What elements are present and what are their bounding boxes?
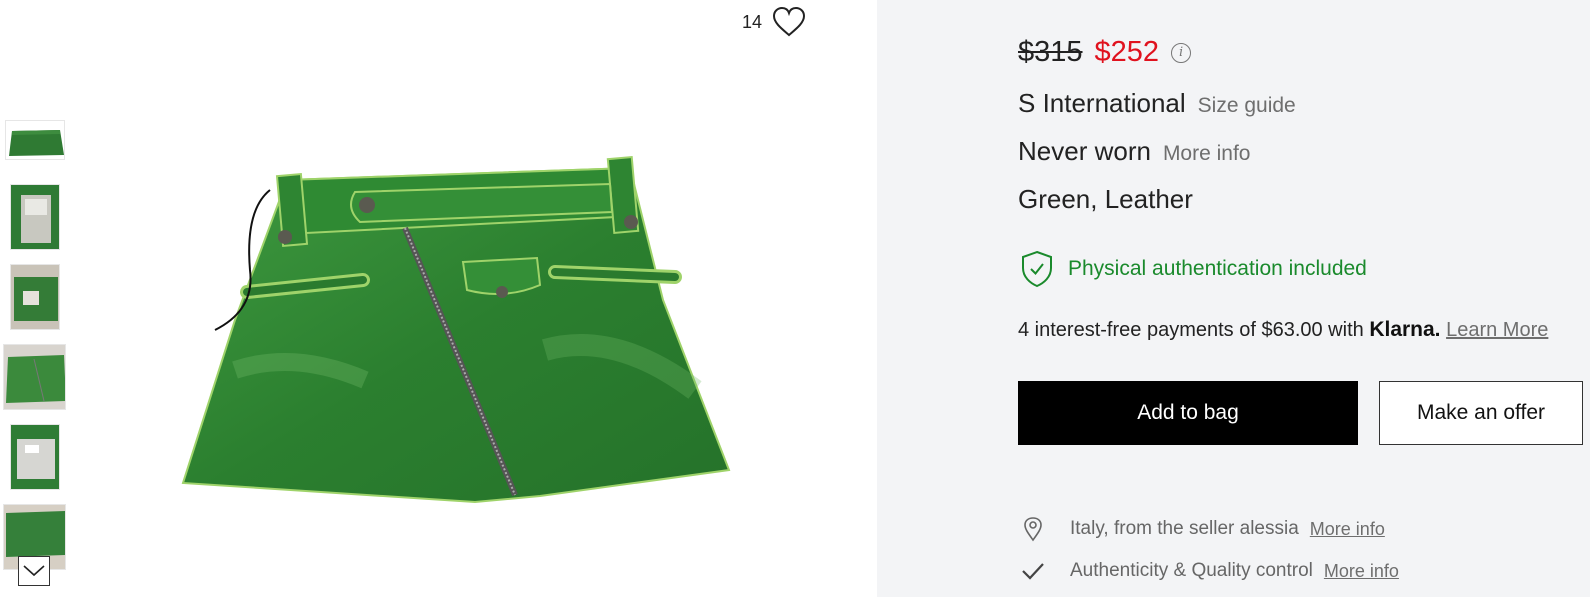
thumbnail-1[interactable] xyxy=(5,120,65,160)
seller-location-text: Italy, from the seller alessia xyxy=(1070,518,1299,539)
authenticity-text: Authenticity & Quality control xyxy=(1070,560,1313,581)
favorite-button[interactable]: 14 xyxy=(742,6,806,38)
attributes-row: Green, Leather xyxy=(1018,184,1193,215)
heart-outline-icon xyxy=(773,6,806,37)
thumbnail-5[interactable] xyxy=(10,424,60,490)
make-offer-button[interactable]: Make an offer xyxy=(1379,381,1583,445)
product-gallery: 14 xyxy=(0,0,877,597)
thumbnail-4[interactable] xyxy=(3,344,66,410)
condition-value: Never worn xyxy=(1018,136,1151,166)
authentication-badge: Physical authentication included xyxy=(1020,250,1367,288)
location-pin-icon xyxy=(1020,516,1046,542)
klarna-text: 4 interest-free payments of $63.00 with xyxy=(1018,319,1364,341)
authenticity-more-info-link[interactable]: More info xyxy=(1324,561,1399,582)
chevron-down-icon xyxy=(23,565,45,577)
size-value: S International xyxy=(1018,88,1186,118)
size-guide-link[interactable]: Size guide xyxy=(1198,94,1296,118)
checkmark-icon xyxy=(1020,561,1046,581)
condition-row: Never worn More info xyxy=(1018,136,1250,167)
original-price: $315 xyxy=(1018,36,1083,68)
price-row: $315 $252 i xyxy=(1018,36,1192,69)
seller-more-info-link[interactable]: More info xyxy=(1310,519,1385,540)
shield-check-icon xyxy=(1022,250,1052,288)
thumbnail-scroll-down-button[interactable] xyxy=(18,556,50,586)
favorite-count: 14 xyxy=(742,11,763,32)
thumbnail-2[interactable] xyxy=(10,184,60,250)
add-to-bag-button[interactable]: Add to bag xyxy=(1018,381,1358,445)
sale-price: $252 xyxy=(1094,36,1160,68)
klarna-payment-info: 4 interest-free payments of $63.00 with … xyxy=(1018,318,1548,342)
color-material: Green, Leather xyxy=(1018,184,1193,214)
klarna-logo: Klarna. xyxy=(1369,318,1441,341)
authentication-text: Physical authentication included xyxy=(1068,257,1367,280)
authenticity-row: Authenticity & Quality control More info xyxy=(1020,560,1399,582)
main-product-image[interactable] xyxy=(175,150,735,520)
thumbnail-3[interactable] xyxy=(10,264,60,330)
size-row: S International Size guide xyxy=(1018,88,1296,119)
klarna-learn-more-link[interactable]: Learn More xyxy=(1446,319,1548,341)
info-icon[interactable]: i xyxy=(1171,42,1192,63)
condition-more-info-link[interactable]: More info xyxy=(1163,142,1251,166)
seller-location-row: Italy, from the seller alessia More info xyxy=(1020,516,1385,542)
